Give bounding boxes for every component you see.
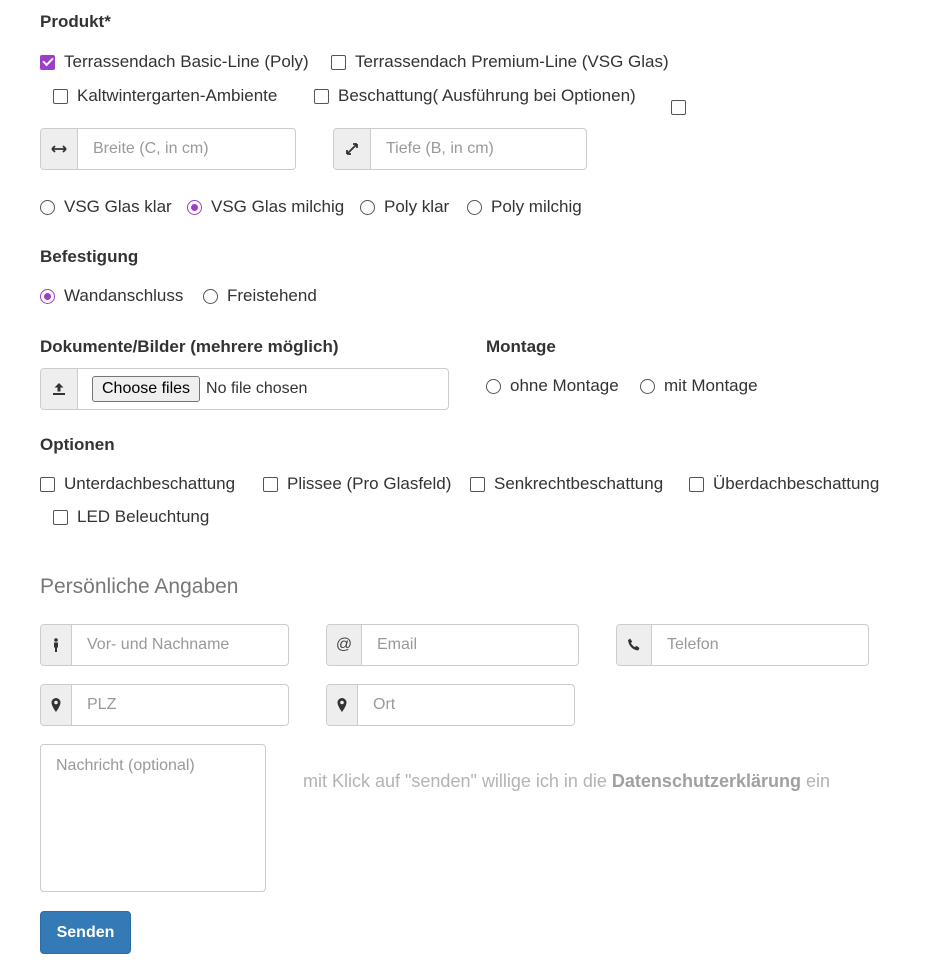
send-button[interactable]: Senden xyxy=(40,911,131,954)
phone-input-group: Telefon xyxy=(616,624,869,666)
checkbox-label: Plissee (Pro Glasfeld) xyxy=(287,474,452,493)
checkbox-icon xyxy=(314,88,329,104)
extras-label: Optionen xyxy=(40,435,115,454)
glass-poly-milchig-radio[interactable]: Poly milchig xyxy=(467,197,582,217)
checkbox-checked-icon xyxy=(40,54,55,70)
checkbox-icon xyxy=(263,476,278,492)
product-kaltwintergarten-checkbox[interactable]: Kaltwintergarten-Ambiente xyxy=(53,86,277,106)
width-input[interactable]: Breite (C, in cm) xyxy=(78,129,295,169)
privacy-policy-link[interactable]: Datenschutzerklärung xyxy=(612,771,801,791)
radio-icon xyxy=(360,199,375,215)
product-premium-line-checkbox[interactable]: Terrassendach Premium-Line (VSG Glas) xyxy=(331,52,669,72)
radio-checked-icon xyxy=(187,199,202,215)
assembly-without-radio[interactable]: ohne Montage xyxy=(486,376,619,396)
city-input-group: Ort xyxy=(326,684,575,726)
checkbox-label: LED Beleuchtung xyxy=(77,507,210,526)
checkbox-label: Kaltwintergarten-Ambiente xyxy=(77,86,278,105)
at-sign-icon: @ xyxy=(327,625,362,665)
radio-label: Wandanschluss xyxy=(64,286,184,305)
upload-icon xyxy=(41,369,78,409)
phone-input[interactable]: Telefon xyxy=(652,625,868,665)
width-input-group: Breite (C, in cm) xyxy=(40,128,296,170)
file-input-group: Choose files No file chosen xyxy=(40,368,449,410)
extra-unterdach-checkbox[interactable]: Unterdachbeschattung xyxy=(40,474,235,494)
product-label: Produkt* xyxy=(40,12,111,31)
glass-poly-klar-radio[interactable]: Poly klar xyxy=(360,197,449,217)
choose-files-button[interactable]: Choose files xyxy=(92,376,201,402)
radio-label: ohne Montage xyxy=(510,376,619,395)
file-status: No file chosen xyxy=(206,380,308,397)
extra-ueberdach-checkbox[interactable]: Überdachbeschattung xyxy=(689,474,879,494)
city-input[interactable]: Ort xyxy=(358,685,574,725)
checkbox-icon xyxy=(689,476,704,492)
radio-label: Freistehend xyxy=(227,286,317,305)
mounting-label: Befestigung xyxy=(40,247,139,266)
checkbox-icon xyxy=(470,476,485,492)
arrows-horizontal-icon xyxy=(41,129,78,169)
privacy-consent-text: mit Klick auf "senden" willige ich in di… xyxy=(303,771,830,792)
radio-checked-icon xyxy=(40,288,55,304)
radio-icon xyxy=(40,199,55,215)
radio-label: Poly klar xyxy=(384,197,450,216)
checkbox-icon xyxy=(53,509,68,525)
extra-senkrecht-checkbox[interactable]: Senkrechtbeschattung xyxy=(470,474,663,494)
radio-icon xyxy=(467,199,482,215)
checkbox-icon xyxy=(331,54,346,70)
product-basic-line-checkbox[interactable]: Terrassendach Basic-Line (Poly) xyxy=(40,52,309,72)
radio-label: VSG Glas klar xyxy=(64,197,172,216)
file-input: Choose files No file chosen xyxy=(78,369,448,409)
personal-section-title: Persönliche Angaben xyxy=(40,575,239,598)
map-marker-icon xyxy=(327,685,358,725)
checkbox-icon xyxy=(53,88,68,104)
radio-icon xyxy=(640,378,655,394)
radio-label: VSG Glas milchig xyxy=(211,197,345,216)
email-input[interactable]: Email xyxy=(362,625,578,665)
product-extra-checkbox[interactable] xyxy=(671,100,686,115)
checkbox-label: Terrassendach Premium-Line (VSG Glas) xyxy=(355,52,669,71)
name-input[interactable]: Vor- und Nachname xyxy=(72,625,288,665)
glass-vsg-milchig-radio[interactable]: VSG Glas milchig xyxy=(187,197,344,217)
radio-label: mit Montage xyxy=(664,376,758,395)
arrows-diagonal-icon xyxy=(334,129,371,169)
email-input-group: @ Email xyxy=(326,624,579,666)
depth-input[interactable]: Tiefe (B, in cm) xyxy=(371,129,586,169)
checkbox-label: Beschattung( Ausführung bei Optionen) xyxy=(338,86,636,105)
extra-led-checkbox[interactable]: LED Beleuchtung xyxy=(53,507,209,527)
person-icon xyxy=(41,625,72,665)
zip-input[interactable]: PLZ xyxy=(72,685,288,725)
checkbox-label: Senkrechtbeschattung xyxy=(494,474,664,493)
radio-icon xyxy=(203,288,218,304)
mounting-wall-radio[interactable]: Wandanschluss xyxy=(40,286,183,306)
message-textarea[interactable] xyxy=(40,744,266,892)
consent-prefix: mit Klick auf "senden" willige ich in di… xyxy=(303,771,612,791)
glass-vsg-klar-radio[interactable]: VSG Glas klar xyxy=(40,197,172,217)
consent-suffix: ein xyxy=(800,771,830,791)
assembly-with-radio[interactable]: mit Montage xyxy=(640,376,758,396)
map-marker-icon xyxy=(41,685,72,725)
checkbox-label: Überdachbeschattung xyxy=(713,474,880,493)
depth-input-group: Tiefe (B, in cm) xyxy=(333,128,587,170)
extra-plissee-checkbox[interactable]: Plissee (Pro Glasfeld) xyxy=(263,474,451,494)
product-beschattung-checkbox[interactable]: Beschattung( Ausführung bei Optionen) xyxy=(314,86,636,106)
name-input-group: Vor- und Nachname xyxy=(40,624,289,666)
radio-icon xyxy=(486,378,501,394)
documents-label: Dokumente/Bilder (mehrere möglich) xyxy=(40,337,339,356)
mounting-freestanding-radio[interactable]: Freistehend xyxy=(203,286,317,306)
zip-input-group: PLZ xyxy=(40,684,289,726)
checkbox-label: Terrassendach Basic-Line (Poly) xyxy=(64,52,309,71)
checkbox-icon xyxy=(40,476,55,492)
phone-icon xyxy=(617,625,652,665)
checkbox-label: Unterdachbeschattung xyxy=(64,474,236,493)
radio-label: Poly milchig xyxy=(491,197,582,216)
assembly-label: Montage xyxy=(486,337,556,356)
